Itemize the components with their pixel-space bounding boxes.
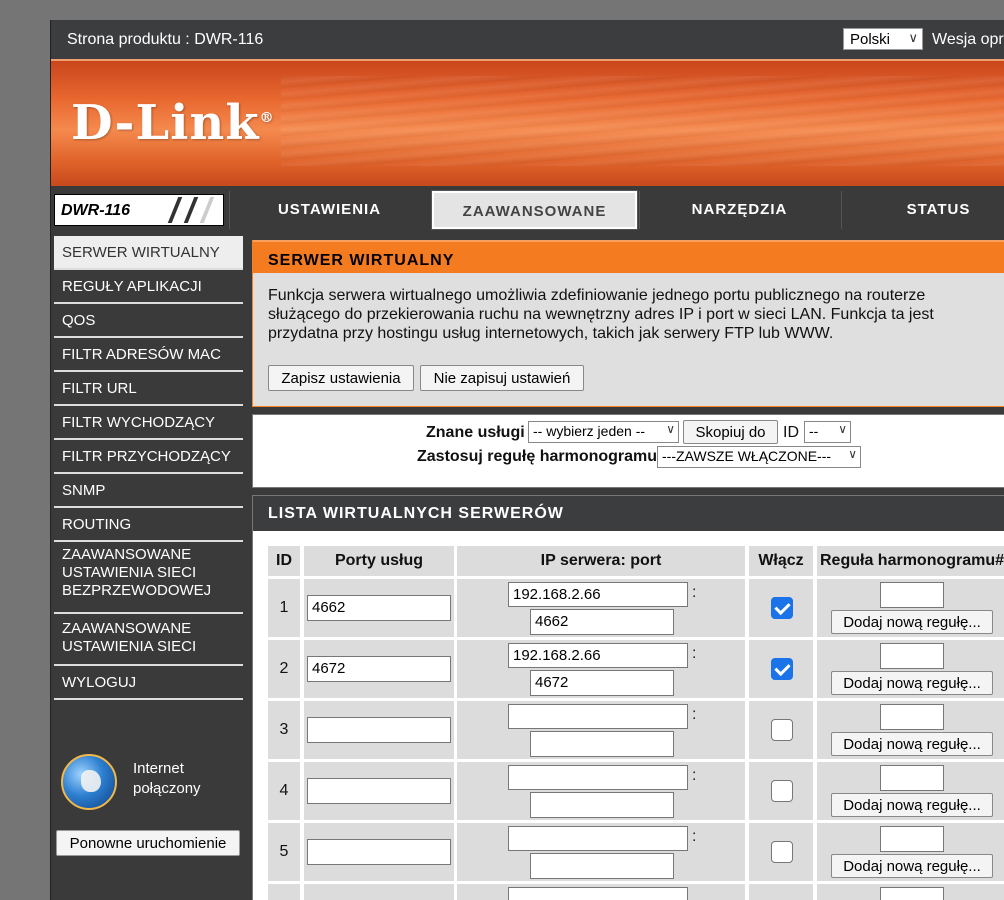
sidebar-item-serwer-wirtualny[interactable]: SERWER WIRTUALNY xyxy=(54,236,243,270)
sidebar-item-snmp[interactable]: SNMP xyxy=(54,474,243,508)
dlink-logo: D-Link® xyxy=(71,95,275,151)
tab-zaawansowane[interactable]: ZAAWANSOWANE xyxy=(431,190,638,230)
server-ip-input[interactable] xyxy=(508,887,688,900)
sidebar-item-advanced-wireless[interactable]: ZAAWANSOWANE USTAWIENIA SIECI BEZPRZEWOD… xyxy=(54,542,243,614)
id-select[interactable]: -- ∨ xyxy=(804,421,851,443)
row-id: 4 xyxy=(268,762,300,820)
ip-port-separator: : xyxy=(692,645,697,662)
server-port-input[interactable]: 4662 xyxy=(530,609,674,635)
top-bar: Strona produktu : DWR-116 Polski ∨ Wesja… xyxy=(51,20,1004,59)
ip-port-separator: : xyxy=(692,828,697,845)
chevron-down-icon: ∨ xyxy=(838,422,847,436)
ip-port-separator: : xyxy=(692,706,697,723)
sidebar-item-filtr-url[interactable]: FILTR URL xyxy=(54,372,243,406)
add-new-rule-button[interactable]: Dodaj nową regułę... xyxy=(831,854,993,878)
enable-checkbox[interactable] xyxy=(771,658,793,680)
enable-checkbox[interactable] xyxy=(771,719,793,741)
server-ip-input[interactable]: 192.168.2.66 xyxy=(508,582,688,607)
schedule-rule-input[interactable] xyxy=(880,582,944,608)
sidebar-item-filtr-przychodzacy[interactable]: FILTR PRZYCHODZĄCY xyxy=(54,440,243,474)
main-nav: DWR-116 USTAWIENIA ZAAWANSOWANE NARZĘDZI… xyxy=(51,186,1004,234)
virtual-server-list-section: LISTA WIRTUALNYCH SERWERÓW ID Porty usłu… xyxy=(252,495,1004,900)
known-services-label: Znane usługi xyxy=(426,424,525,441)
ip-port-separator: : xyxy=(692,767,697,784)
sidebar-item-qos[interactable]: QOS xyxy=(54,304,243,338)
virtual-server-section: SERWER WIRTUALNY Funkcja serwera wirtual… xyxy=(252,240,1004,407)
model-name: DWR-116 xyxy=(61,202,131,219)
row-id: 5 xyxy=(268,823,300,881)
save-settings-button[interactable]: Zapisz ustawienia xyxy=(268,365,414,391)
server-port-input[interactable] xyxy=(530,853,674,879)
add-new-rule-button[interactable]: Dodaj nową regułę... xyxy=(831,793,993,817)
dont-save-button[interactable]: Nie zapisuj ustawień xyxy=(420,365,584,391)
row-id: 1 xyxy=(268,579,300,637)
add-new-rule-button[interactable]: Dodaj nową regułę... xyxy=(831,671,993,695)
enable-checkbox[interactable] xyxy=(771,780,793,802)
banner-decoration xyxy=(281,76,1004,166)
service-ports-input[interactable]: 4662 xyxy=(307,595,451,621)
tab-status[interactable]: STATUS xyxy=(841,191,1004,229)
sidebar-item-advanced-network[interactable]: ZAAWANSOWANE USTAWIENIA SIECI xyxy=(54,614,243,666)
router-window: Strona produktu : DWR-116 Polski ∨ Wesja… xyxy=(50,20,1004,900)
copy-to-button[interactable]: Skopiuj do xyxy=(683,420,778,444)
server-port-input[interactable] xyxy=(530,792,674,818)
sidebar-item-reguly-aplikacji[interactable]: REGUŁY APLIKACJI xyxy=(54,270,243,304)
schedule-rule-input[interactable] xyxy=(880,765,944,791)
list-title: LISTA WIRTUALNYCH SERWERÓW xyxy=(253,496,1004,531)
server-port-input[interactable] xyxy=(530,731,674,757)
add-new-rule-button[interactable]: Dodaj nową regułę... xyxy=(831,732,993,756)
server-ip-input[interactable] xyxy=(508,704,688,729)
server-ip-input[interactable]: 192.168.2.66 xyxy=(508,643,688,668)
sidebar-item-filtr-mac[interactable]: FILTR ADRESÓW MAC xyxy=(54,338,243,372)
internet-globe-icon xyxy=(61,754,117,810)
row-id: 3 xyxy=(268,701,300,759)
enable-checkbox[interactable] xyxy=(771,841,793,863)
id-label: ID xyxy=(783,424,799,441)
schedule-rule-input[interactable] xyxy=(880,704,944,730)
language-select[interactable]: Polski ∨ xyxy=(843,28,923,50)
sidebar-item-wyloguj[interactable]: WYLOGUJ xyxy=(54,666,243,700)
schedule-rule-label: Zastosuj regułę harmonogramu xyxy=(417,448,658,465)
column-header-ports: Porty usług xyxy=(304,546,454,576)
server-ip-input[interactable] xyxy=(508,826,688,851)
row-id: 2 xyxy=(268,640,300,698)
internet-status: Internet połączony xyxy=(133,760,201,797)
section-description: Funkcja serwera wirtualnego umożliwia zd… xyxy=(268,287,934,342)
slashes-decoration xyxy=(159,195,221,225)
schedule-rule-input[interactable] xyxy=(880,887,944,900)
sidebar-item-routing[interactable]: ROUTING xyxy=(54,508,243,542)
schedule-rule-input[interactable] xyxy=(880,826,944,852)
service-ports-input[interactable] xyxy=(307,717,451,743)
section-title: SERWER WIRTUALNY xyxy=(253,240,1004,273)
sidebar: SERWER WIRTUALNY REGUŁY APLIKACJI QOS FI… xyxy=(51,234,243,900)
chevron-down-icon: ∨ xyxy=(908,30,918,45)
server-ip-input[interactable] xyxy=(508,765,688,790)
column-header-schedule: Reguła harmonogramu# xyxy=(817,546,1004,576)
column-header-enable: Włącz xyxy=(749,546,813,576)
product-page-label: Strona produktu : DWR-116 xyxy=(67,31,264,48)
service-selector-section: Znane usługi -- wybierz jeden -- ∨ Skopiu… xyxy=(252,414,1004,488)
column-header-id: ID xyxy=(268,546,300,576)
sidebar-item-filtr-wychodzacy[interactable]: FILTR WYCHODZĄCY xyxy=(54,406,243,440)
enable-checkbox[interactable] xyxy=(771,597,793,619)
tab-ustawienia[interactable]: USTAWIENIA xyxy=(229,191,429,229)
brand-banner: D-Link® xyxy=(51,59,1004,186)
service-ports-input[interactable] xyxy=(307,778,451,804)
model-badge: DWR-116 xyxy=(54,194,224,226)
service-ports-input[interactable]: 4672 xyxy=(307,656,451,682)
known-services-select[interactable]: -- wybierz jeden -- ∨ xyxy=(528,421,679,443)
ip-port-separator: : xyxy=(692,584,697,601)
reboot-button[interactable]: Ponowne uruchomienie xyxy=(56,830,240,856)
firmware-version-label: Wesja opr xyxy=(932,31,1004,48)
column-header-server-ip: IP serwera: port xyxy=(457,546,745,576)
server-port-input[interactable]: 4672 xyxy=(530,670,674,696)
chevron-down-icon: ∨ xyxy=(666,422,675,436)
service-ports-input[interactable] xyxy=(307,839,451,865)
tab-narzedzia[interactable]: NARZĘDZIA xyxy=(639,191,839,229)
schedule-rule-input[interactable] xyxy=(880,643,944,669)
chevron-down-icon: ∨ xyxy=(848,447,857,461)
language-value: Polski xyxy=(850,31,891,48)
schedule-rule-select[interactable]: ---ZAWSZE WŁĄCZONE--- ∨ xyxy=(657,446,861,468)
add-new-rule-button[interactable]: Dodaj nową regułę... xyxy=(831,610,993,634)
